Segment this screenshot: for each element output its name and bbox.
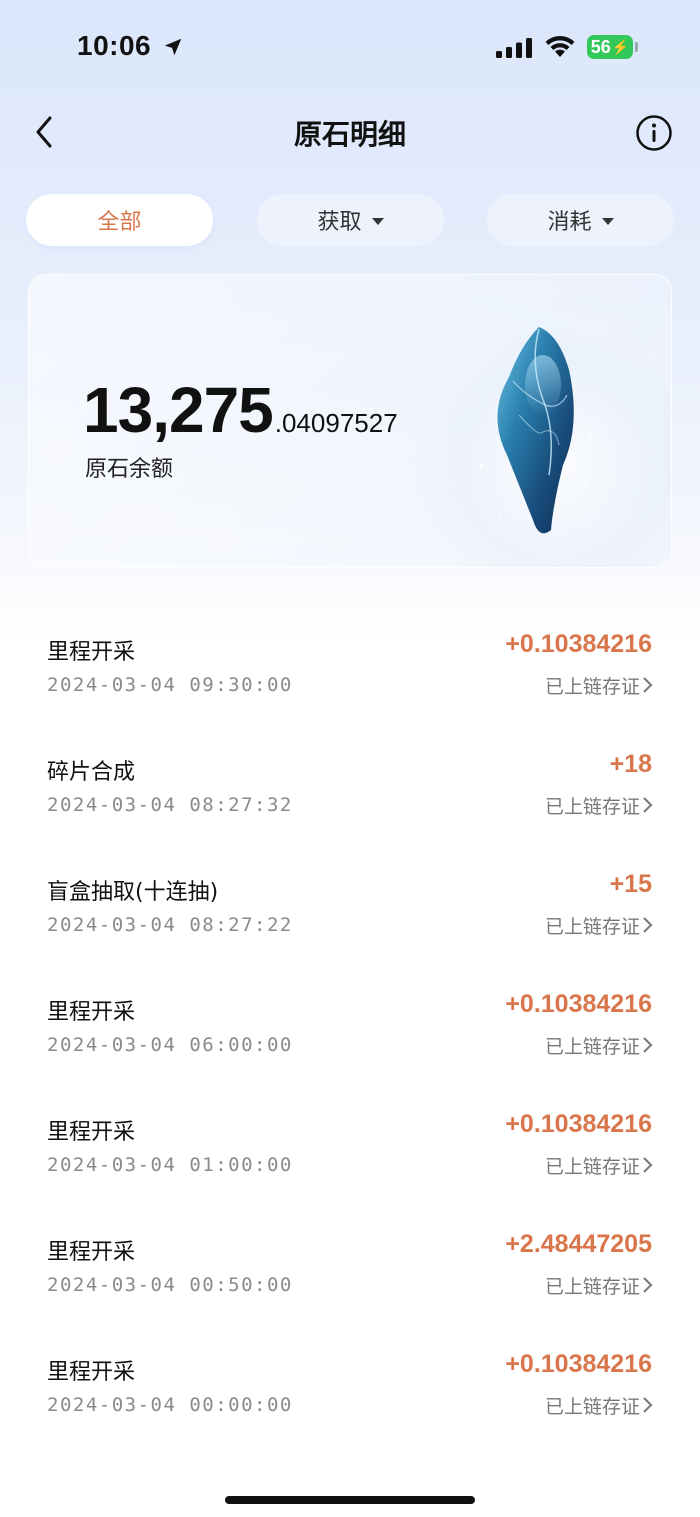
chevron-right-icon — [643, 1157, 653, 1173]
chevron-right-icon — [643, 1397, 653, 1413]
record-item[interactable]: 里程开采 2024-03-04 01:00:00 +0.10384216 已上链… — [0, 1080, 700, 1200]
record-time: 2024-03-04 00:50:00 — [47, 1274, 293, 1296]
battery-indicator: 56 ⚡ — [587, 35, 633, 59]
chevron-right-icon — [643, 1037, 653, 1053]
record-amount: +0.10384216 — [505, 1110, 652, 1138]
battery-level: 56 — [590, 36, 611, 57]
record-item[interactable]: 里程开采 2024-03-04 00:00:00 +0.10384216 已上链… — [0, 1320, 700, 1440]
gem-stone-icon — [479, 327, 593, 534]
tab-earn-label: 获取 — [317, 210, 362, 235]
record-title: 里程开采 — [47, 1240, 136, 1265]
record-title: 碎片合成 — [47, 760, 136, 785]
caret-down-icon — [371, 217, 384, 225]
chevron-right-icon — [643, 797, 653, 813]
record-item[interactable]: 里程开采 2024-03-04 06:00:00 +0.10384216 已上链… — [0, 960, 700, 1080]
signal-icon — [496, 38, 532, 58]
balance-integer: 13,275 — [83, 374, 274, 446]
tab-earn[interactable]: 获取 — [257, 194, 444, 246]
caret-down-icon — [601, 217, 614, 225]
record-amount: +0.10384216 — [505, 990, 652, 1018]
balance-label: 原石余额 — [85, 457, 174, 482]
chevron-right-icon — [643, 1277, 653, 1293]
info-icon[interactable] — [635, 114, 673, 152]
balance-decimal: .04097527 — [274, 408, 398, 438]
status-time: 10:06 — [77, 30, 152, 61]
record-item[interactable]: 里程开采 2024-03-04 00:50:00 +2.48447205 已上链… — [0, 1200, 700, 1320]
battery-cap — [635, 42, 638, 52]
home-indicator[interactable] — [225, 1496, 475, 1504]
record-amount: +2.48447205 — [505, 1230, 652, 1258]
chevron-right-icon — [643, 917, 653, 933]
record-item[interactable]: 里程开采 2024-03-04 09:30:00 +0.10384216 已上链… — [0, 600, 700, 720]
record-time: 2024-03-04 08:27:22 — [47, 914, 293, 936]
record-status[interactable]: 已上链存证 — [545, 912, 640, 939]
record-status[interactable]: 已上链存证 — [545, 792, 640, 819]
record-time: 2024-03-04 01:00:00 — [47, 1154, 293, 1176]
charging-bolt-icon: ⚡ — [611, 38, 630, 55]
record-amount: +0.10384216 — [505, 1350, 652, 1378]
record-time: 2024-03-04 06:00:00 — [47, 1034, 293, 1056]
record-amount: +18 — [609, 750, 652, 778]
record-time: 2024-03-04 08:27:32 — [47, 794, 293, 816]
record-title: 里程开采 — [47, 1000, 136, 1025]
record-time: 2024-03-04 09:30:00 — [47, 674, 293, 696]
wifi-icon — [545, 35, 575, 57]
page-title: 原石明细 — [293, 118, 406, 151]
status-bar: 10:06 56 ⚡ — [0, 0, 700, 95]
record-title: 里程开采 — [47, 1360, 136, 1385]
record-title: 里程开采 — [47, 1120, 136, 1145]
record-status[interactable]: 已上链存证 — [545, 1272, 640, 1299]
record-status[interactable]: 已上链存证 — [545, 1152, 640, 1179]
chevron-right-icon — [643, 677, 653, 693]
tab-all-label: 全部 — [97, 210, 142, 235]
record-amount: +15 — [609, 870, 652, 898]
record-time: 2024-03-04 00:00:00 — [47, 1394, 293, 1416]
record-title: 里程开采 — [47, 640, 136, 665]
tab-all[interactable]: 全部 — [26, 194, 213, 246]
location-arrow-icon — [164, 38, 182, 56]
record-status[interactable]: 已上链存证 — [545, 1392, 640, 1419]
record-status[interactable]: 已上链存证 — [545, 1032, 640, 1059]
balance-card: 13,275 .04097527 原石余额 — [28, 274, 672, 568]
record-amount: +0.10384216 — [505, 630, 652, 658]
tab-consume[interactable]: 消耗 — [487, 194, 674, 246]
balance-amount: 13,275 .04097527 — [83, 373, 398, 447]
record-item[interactable]: 盲盒抽取(十连抽) 2024-03-04 08:27:22 +15 已上链存证 — [0, 840, 700, 960]
record-item[interactable]: 碎片合成 2024-03-04 08:27:32 +18 已上链存证 — [0, 720, 700, 840]
record-title: 盲盒抽取(十连抽) — [47, 880, 219, 905]
record-status[interactable]: 已上链存证 — [545, 672, 640, 699]
tab-consume-label: 消耗 — [547, 210, 592, 235]
